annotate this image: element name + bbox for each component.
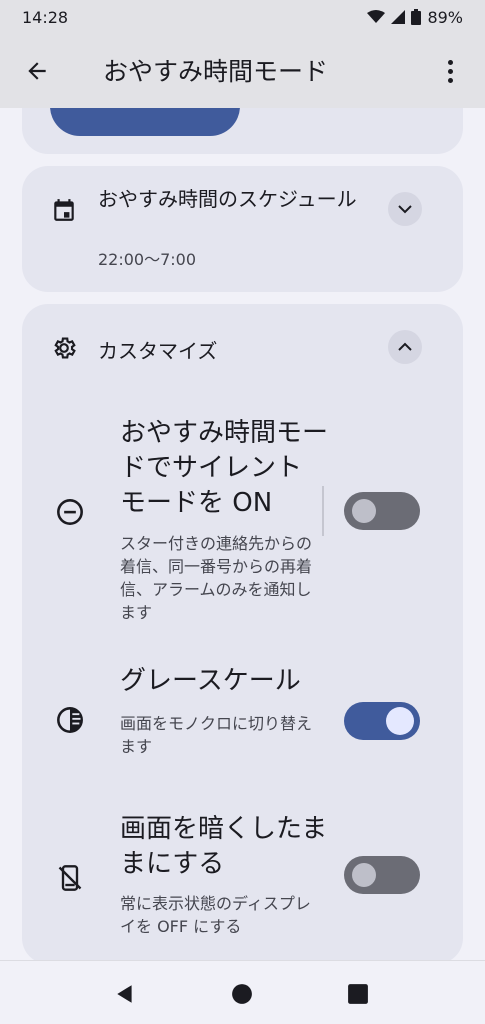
arrow-left-icon	[28, 62, 46, 80]
page-title: おやすみ時間モード	[103, 57, 329, 86]
more-vert-icon	[447, 59, 453, 65]
phone-off-icon	[56, 864, 84, 892]
schedule-card[interactable]: おやすみ時間のスケジュール 22:00〜7:00	[22, 166, 463, 292]
partial-action-button[interactable]	[50, 108, 240, 136]
gear-icon	[50, 334, 78, 362]
customize-card: カスタマイズ おやすみ時間モードでサイレント モードを ON スター付きの連絡先…	[22, 304, 463, 960]
toggle-knob	[352, 499, 376, 523]
grayscale-toggle[interactable]	[344, 702, 420, 740]
setting-dim-screen[interactable]: 画面を暗くしたままにする 常に表示状態のディスプレイを OFF にする	[22, 804, 463, 944]
back-button[interactable]	[22, 56, 52, 86]
setting-dnd-description: スター付きの連絡先からの着信、同一番号からの再着信、アラームのみを通知します	[120, 534, 313, 622]
calendar-icon	[50, 196, 78, 224]
dim-screen-toggle[interactable]	[344, 856, 420, 894]
system-nav-bar	[0, 960, 485, 1024]
triangle-back-icon	[117, 985, 132, 1003]
setting-dim-description: 常に表示状態のディスプレイを OFF にする	[120, 894, 311, 936]
setting-dnd-title: おやすみ時間モードでサイレント モードを ON	[120, 418, 329, 518]
settings-content[interactable]: おやすみ時間のスケジュール 22:00〜7:00 カスタマイズ おやすみ時間モー…	[0, 108, 485, 960]
battery-icon	[411, 9, 422, 25]
setting-dim-title: 画面を暗くしたままにする	[120, 814, 328, 879]
wifi-icon	[367, 10, 386, 23]
schedule-title: おやすみ時間のスケジュール	[98, 187, 357, 211]
schedule-time: 22:00〜7:00	[98, 250, 197, 269]
toggle-knob	[386, 707, 414, 735]
square-recents-icon	[348, 984, 368, 1004]
more-options-button[interactable]	[440, 56, 460, 86]
customize-title: カスタマイズ	[98, 339, 218, 363]
customize-collapse-button[interactable]	[388, 330, 422, 364]
setting-grayscale-description: 画面をモノクロに切り替えます	[120, 714, 313, 756]
status-bar: 14:28 89%	[0, 0, 485, 34]
setting-dnd[interactable]: おやすみ時間モードでサイレント モードを ON スター付きの連絡先からの着信、同…	[22, 414, 463, 622]
chevron-down-icon	[398, 205, 412, 214]
nav-home-button[interactable]	[227, 979, 257, 1009]
top-card	[22, 108, 463, 154]
status-icons: 89%	[367, 8, 463, 27]
circle-home-icon	[232, 984, 252, 1004]
toggle-knob	[352, 863, 376, 887]
nav-back-button[interactable]	[110, 979, 140, 1009]
chevron-up-icon	[398, 342, 412, 351]
signal-icon	[391, 10, 406, 24]
setting-grayscale[interactable]: グレースケール 画面をモノクロに切り替えます	[22, 664, 463, 764]
do-not-disturb-icon	[56, 498, 84, 526]
setting-grayscale-title: グレースケール	[120, 666, 301, 696]
status-time: 14:28	[22, 7, 69, 27]
dnd-toggle[interactable]	[344, 492, 420, 530]
contrast-icon	[56, 706, 84, 734]
app-bar: おやすみ時間モード	[0, 34, 485, 108]
divider	[322, 486, 324, 536]
battery-percent: 89%	[427, 7, 463, 27]
schedule-expand-button[interactable]	[388, 192, 422, 226]
nav-recents-button[interactable]	[343, 979, 373, 1009]
